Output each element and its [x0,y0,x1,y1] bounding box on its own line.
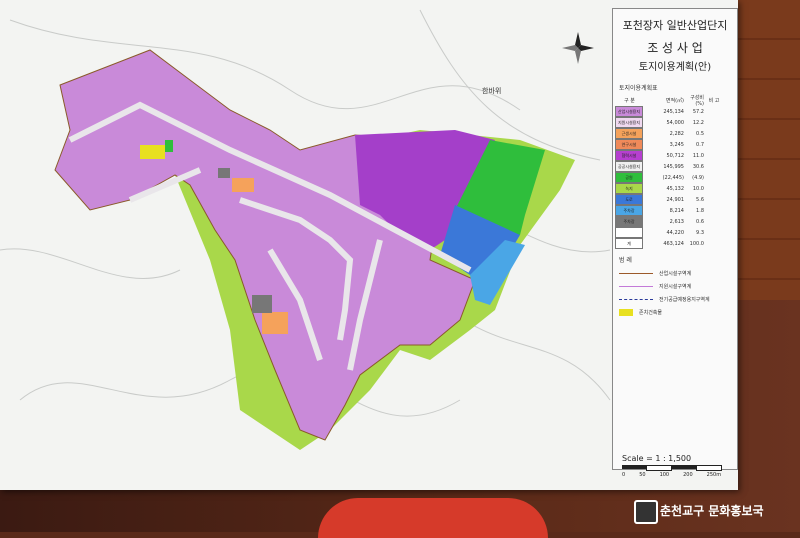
legend-swatch: 녹지 [615,183,643,194]
scale-tick: 250m [706,472,722,478]
area-cell: 245,134 [663,108,684,115]
legend-swatch [615,227,643,238]
ratio-cell: 57.2 [692,108,704,115]
legend-symbol-item: 전기공급예정용지구역계 [613,293,737,306]
area-cell: 45,132 [666,185,685,192]
ratio-cell: 12.2 [692,119,704,126]
red-chair [318,498,548,538]
col-division: 구 분 [624,98,635,104]
credit-text: 춘천교구 문화홍보국 [660,504,764,518]
ratio-cell: 11.0 [692,152,704,159]
place-label: 한바위 [482,86,501,95]
area-cell: 50,712 [666,152,685,159]
legend-swatch: 계 [615,238,643,249]
col-ratio: 구성비(%) [690,95,704,107]
legend-symbol-item: 산업시설구역계 [613,267,737,280]
legend-symbol-label: 전기공급예정용지구역계 [659,297,710,303]
scale-tick: 0 [622,472,626,478]
area-cell: 463,124 [663,240,684,247]
land-use-table: 산업시설용지 245,134 57.2 지원시설용지 54,000 12.2 근생시설 2,2… [613,106,737,249]
legend-symbol-item: 존치건축물 [613,306,737,319]
table-row: 공공시설용지 145,995 30.6 [613,161,737,172]
ratio-cell: 0.7 [696,141,704,148]
table-row: 주차장 2,613 0.6 [613,216,737,227]
parking-parcel-gray-2 [252,295,272,313]
legend-swatch: 주차장 [615,216,643,227]
legend-symbol-line [619,273,653,274]
table-row: 녹지 45,132 10.0 [613,183,737,194]
scale-tick: 200 [683,472,693,478]
table-row: 산업시설용지 245,134 57.2 [613,106,737,117]
legend-swatch: 산업시설용지 [615,106,643,117]
legend-symbols: 산업시설구역계지원시설구역계전기공급예정용지구역계존치건축물 [613,267,737,319]
table-row: 연구시설 3,245 0.7 [613,139,737,150]
compass-rose-icon [562,32,594,64]
area-cell: 145,995 [663,163,684,170]
area-cell: 54,000 [666,119,685,126]
ratio-cell: 30.6 [692,163,704,170]
ratio-cell: 100.0 [689,240,704,247]
area-cell: 44,220 [666,229,685,236]
legend-swatch: 주차장 [615,205,643,216]
ratio-cell: 0.6 [696,218,704,225]
legend-swatch: 협력시설 [615,150,643,161]
logo-icon [634,500,658,524]
area-cell: (22,445) [662,174,684,181]
legend-symbol-swatch [619,309,633,316]
legend-swatch: 공원 [615,172,643,183]
ratio-cell: 5.6 [696,196,704,203]
facility-parcel-orange [232,178,254,192]
area-cell: 2,282 [669,130,684,137]
title-line1: 포천장자 일반산업단지 [622,19,728,32]
legend-panel: 포천장자 일반산업단지 조 성 사 업 토지이용계획(안) 토지이용계획표 구 … [612,8,738,470]
wood-panel [730,0,800,300]
area-cell: 8,214 [669,207,684,214]
legend-symbol-label: 존치건축물 [639,310,663,316]
legend-swatch: 공공시설용지 [615,161,643,172]
scale-ticks: 0 50 100 200 250m [622,472,722,478]
table-row: 공원 (22,445) (4.9) [613,172,737,183]
scale-bar: Scale = 1 : 1,500 0 50 100 200 250m [622,454,722,478]
table-row: 근생시설 2,282 0.5 [613,128,737,139]
ratio-cell: (4.9) [692,174,704,181]
table-header-row: 구 분 면적(㎡) 구성비(%) 비 고 [613,95,737,107]
land-use-map: 한바위 [0,9,611,450]
area-cell: 3,245 [669,141,684,148]
legend-symbol-label: 지원시설구역계 [659,284,692,290]
table-heading: 토지이용계획표 [619,85,658,92]
legend-symbol-line [619,299,653,300]
parking-parcel-gray [218,168,230,178]
legend-swatch: 도로 [615,194,643,205]
ratio-cell: 0.5 [696,130,704,137]
facility-parcel-orange-2 [262,312,288,334]
title-line3: 토지이용계획(안) [638,62,712,73]
scale-tick: 50 [639,472,646,478]
legend-symbol-line [619,286,653,287]
table-row: 44,220 9.3 [613,227,737,238]
area-cell: 2,613 [669,218,684,225]
ratio-cell: 9.3 [696,229,704,236]
legend-symbols-heading: 범 례 [619,257,632,264]
table-row: 도로 24,901 5.6 [613,194,737,205]
table-row: 지원시설용지 54,000 12.2 [613,117,737,128]
title-line2: 조 성 사 업 [647,41,703,55]
legend-swatch: 근생시설 [615,128,643,139]
table-row: 계 463,124 100.0 [613,238,737,249]
legend-symbol-label: 산업시설구역계 [659,271,692,277]
legend-swatch: 지원시설용지 [615,117,643,128]
scale-text: Scale = 1 : 1,500 [622,454,692,463]
park-parcel-small [165,140,173,152]
col-area: 면적(㎡) [665,98,684,104]
legend-symbol-item: 지원시설구역계 [613,280,737,293]
scale-tick: 100 [659,472,670,478]
table-row: 협력시설 50,712 11.0 [613,150,737,161]
area-cell: 24,901 [666,196,685,203]
col-note: 비 고 [708,98,720,104]
table-row: 주차장 8,214 1.8 [613,205,737,216]
map-board: 한바위 포천장자 일반산업단지 조 성 사 업 토지이용계획(안) 토지이용계획… [0,0,738,490]
ratio-cell: 10.0 [692,185,704,192]
legend-swatch: 연구시설 [615,139,643,150]
existing-building-parcel [140,145,165,159]
ratio-cell: 1.8 [696,207,704,214]
